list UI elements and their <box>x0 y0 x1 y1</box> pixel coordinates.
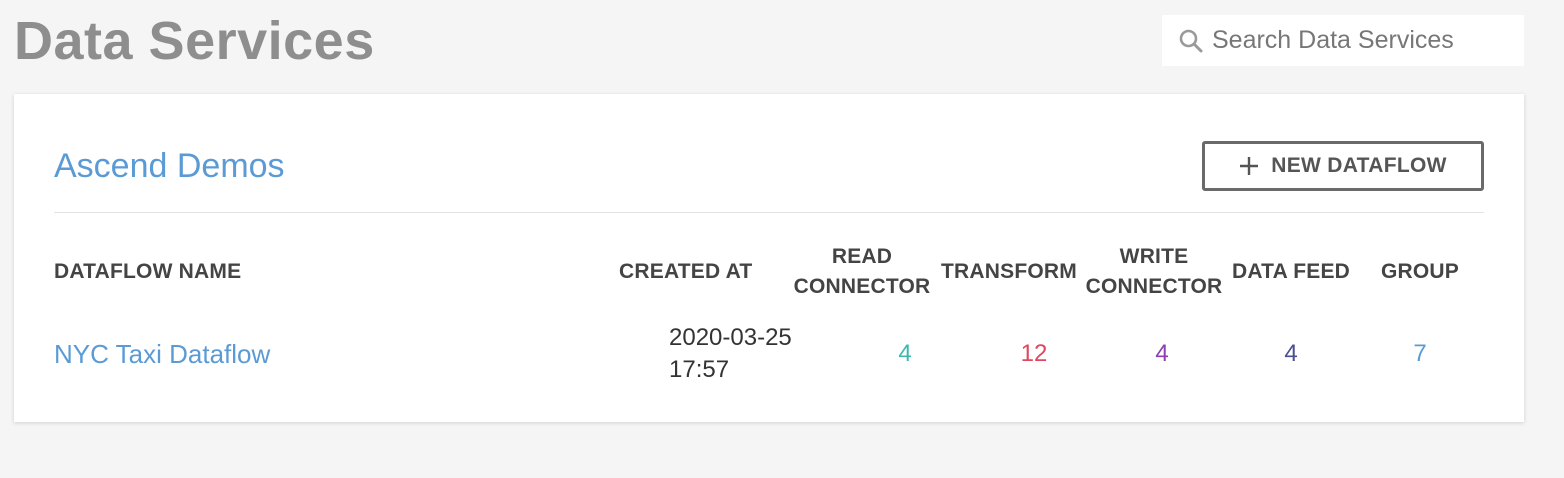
column-header-write-connector: WRITE CONNECTOR <box>1082 242 1226 302</box>
column-header-created-at: CREATED AT <box>619 260 753 283</box>
page-title: Data Services <box>14 11 375 71</box>
dataflow-group-card: Ascend Demos NEW DATAFLOW DATAFLOW NAME … <box>14 94 1524 422</box>
column-header-transform: TRANSFORM <box>941 260 1077 283</box>
group-count[interactable]: 7 <box>1355 338 1485 370</box>
created-at-cell: 2020-03-25 17:57 <box>669 322 792 386</box>
column-header-read-connector: READ CONNECTOR <box>790 242 934 302</box>
search-input[interactable] <box>1212 15 1512 66</box>
read-connector-count[interactable]: 4 <box>840 338 970 370</box>
column-header-write-connector-line2: CONNECTOR <box>1085 275 1223 298</box>
group-title[interactable]: Ascend Demos <box>54 146 285 186</box>
plus-icon <box>1240 157 1259 175</box>
write-connector-count[interactable]: 4 <box>1097 338 1227 370</box>
new-dataflow-label: NEW DATAFLOW <box>1271 154 1447 177</box>
created-date: 2020-03-25 <box>669 324 792 351</box>
divider <box>54 212 1484 213</box>
created-time: 17:57 <box>669 356 730 383</box>
new-dataflow-button[interactable]: NEW DATAFLOW <box>1202 141 1484 191</box>
search-icon <box>1179 29 1203 53</box>
column-header-read-connector-line2: CONNECTOR <box>793 275 931 298</box>
dataflow-name-link[interactable]: NYC Taxi Dataflow <box>54 338 270 370</box>
transform-count[interactable]: 12 <box>969 338 1099 370</box>
column-header-group: GROUP <box>1380 260 1459 283</box>
column-header-write-connector-line1: WRITE <box>1119 245 1189 268</box>
column-header-name: DATAFLOW NAME <box>54 260 242 283</box>
search-box[interactable] <box>1162 15 1524 66</box>
column-header-data-feed: DATA FEED <box>1231 260 1351 283</box>
column-header-read-connector-line1: READ <box>831 245 893 268</box>
data-feed-count[interactable]: 4 <box>1226 338 1356 370</box>
